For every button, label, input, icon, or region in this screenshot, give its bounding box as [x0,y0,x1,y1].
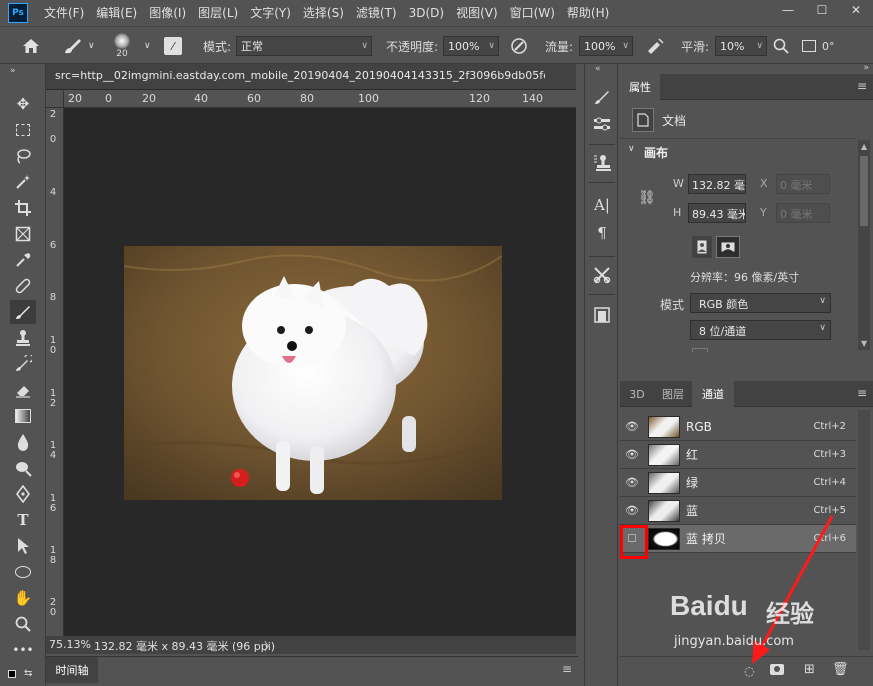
watermark-text: 经验 [766,600,814,628]
watermark-brand: Baidu [670,590,748,621]
baidu-watermark: Baidu 经验 jingyan.baidu.com [670,590,840,670]
watermark-url: jingyan.baidu.com [674,634,794,649]
annotation-arrow [752,515,834,664]
